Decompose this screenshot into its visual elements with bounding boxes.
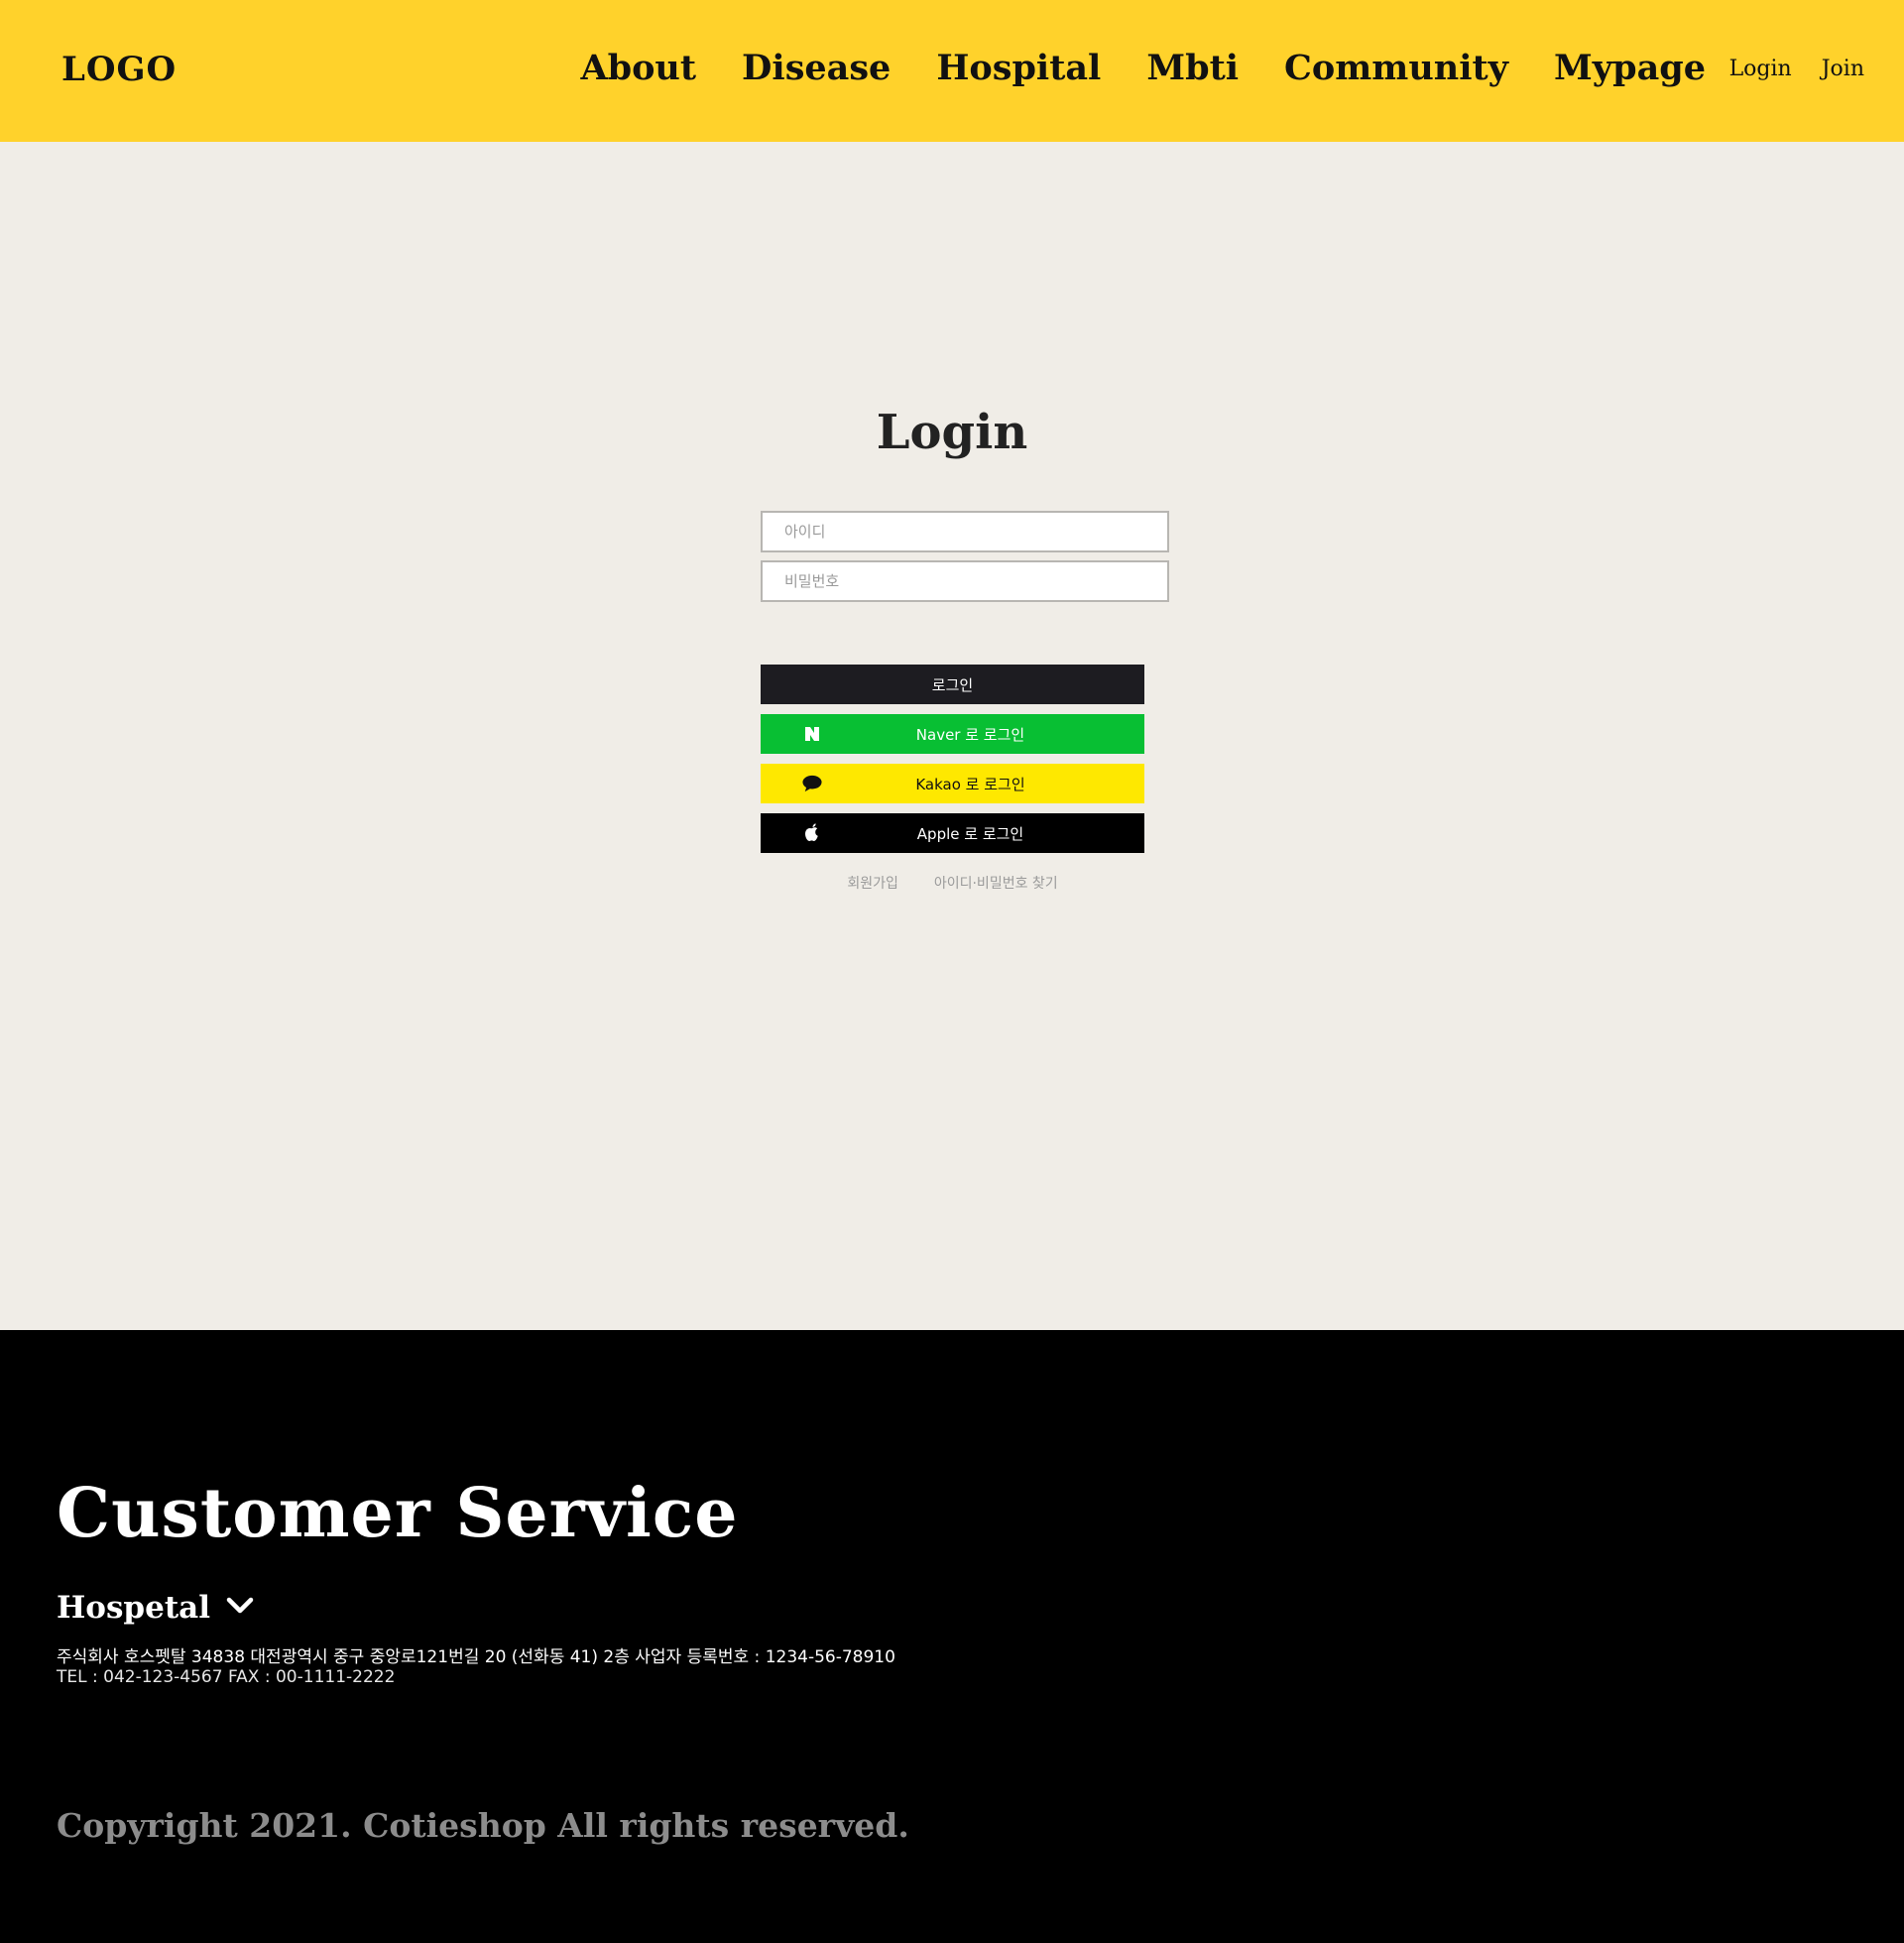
kakao-login-button[interactable]: Kakao 로 로그인 [761, 764, 1144, 803]
apple-icon [802, 823, 822, 843]
util-nav: Login Join [1729, 57, 1864, 81]
site-footer: Customer Service Hospetal 주식회사 호스펫탈 3483… [0, 1330, 1904, 1943]
find-account-link[interactable]: 아이디·비밀번호 찾기 [934, 873, 1058, 893]
main-nav: About Disease Hospital Mbti Community My… [580, 48, 1706, 88]
naver-login-button[interactable]: Naver 로 로그인 [761, 714, 1144, 754]
login-button-label: 로그인 [931, 675, 974, 694]
customer-service-title: Customer Service [57, 1474, 739, 1553]
header-join-link[interactable]: Join [1822, 57, 1864, 81]
chevron-down-icon [226, 1596, 254, 1620]
header-login-link[interactable]: Login [1729, 57, 1792, 81]
nav-mbti[interactable]: Mbti [1146, 48, 1239, 88]
contact-info: TEL : 042-123-4567 FAX : 00-1111-2222 [57, 1667, 396, 1687]
page-title: Login [876, 405, 1028, 460]
naver-button-label: Naver 로 로그인 [915, 725, 1025, 744]
password-input[interactable] [761, 560, 1169, 602]
nav-hospital[interactable]: Hospital [936, 48, 1101, 88]
nav-mypage[interactable]: Mypage [1554, 48, 1706, 88]
logo[interactable]: LOGO [61, 50, 177, 89]
auth-links: 회원가입 아이디·비밀번호 찾기 [761, 873, 1144, 893]
naver-icon [802, 724, 822, 744]
company-toggle[interactable]: Hospetal [57, 1590, 254, 1626]
apple-login-button[interactable]: Apple 로 로그인 [761, 813, 1144, 853]
login-button[interactable]: 로그인 [761, 665, 1144, 704]
signup-link[interactable]: 회원가입 [847, 873, 898, 893]
nav-about[interactable]: About [580, 48, 696, 88]
nav-community[interactable]: Community [1284, 48, 1508, 88]
kakao-button-label: Kakao 로 로그인 [915, 775, 1025, 793]
company-info: 주식회사 호스펫탈 34838 대전광역시 중구 중앙로121번길 20 (선화… [57, 1647, 895, 1667]
site-header: LOGO About Disease Hospital Mbti Communi… [0, 0, 1904, 142]
id-input[interactable] [761, 511, 1169, 552]
kakao-chat-icon [802, 774, 822, 793]
copyright: Copyright 2021. Cotieshop All rights res… [57, 1806, 909, 1845]
nav-disease[interactable]: Disease [742, 48, 891, 88]
apple-button-label: Apple 로 로그인 [916, 824, 1024, 843]
company-name: Hospetal [57, 1590, 210, 1626]
